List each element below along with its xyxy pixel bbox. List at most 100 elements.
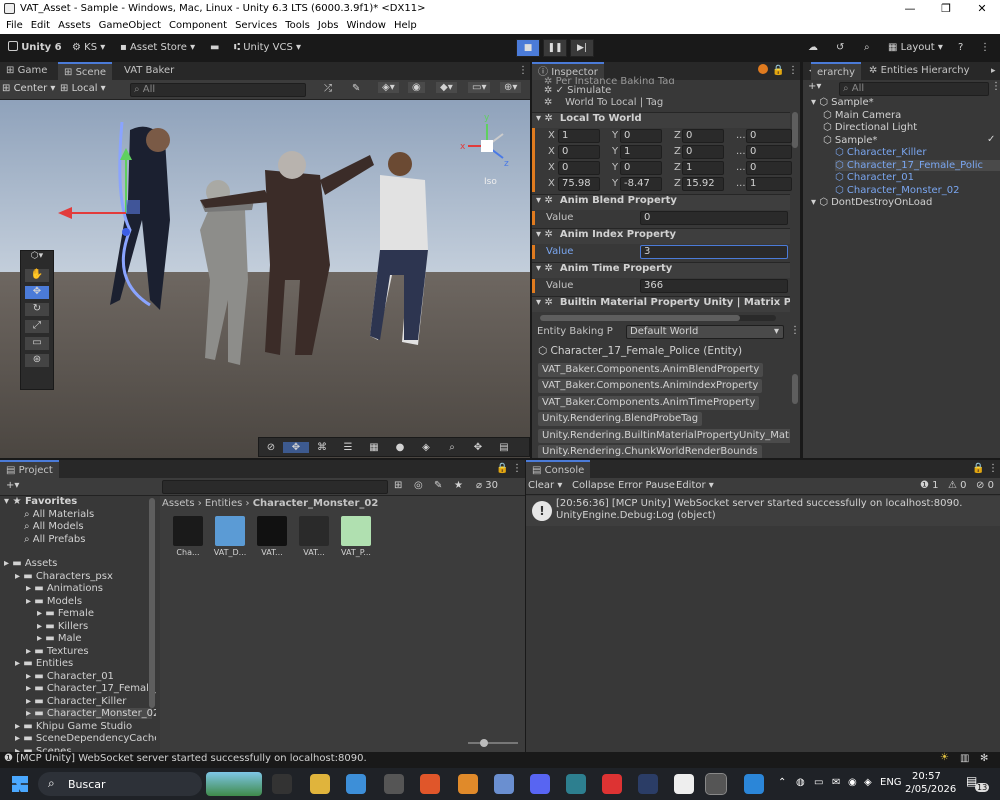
component-chip[interactable]: VAT_Baker.Components.AnimBlendProperty (538, 363, 764, 377)
hierarchy-item[interactable]: ⬡ Character_17_Female_Polic (835, 159, 1000, 171)
anim-blend-header[interactable]: ▾ ✲ Anim Blend Property (532, 194, 790, 210)
unity-account-button[interactable]: Unity 6 (8, 40, 62, 56)
scene-search-input[interactable]: ⌕ All (130, 83, 306, 97)
editor-dropdown[interactable]: Editor ▾ (676, 480, 714, 491)
anim-index-header[interactable]: ▾ ✲ Anim Index Property (532, 228, 790, 244)
tree-scroll-thumb[interactable] (149, 498, 155, 708)
breadcrumb-entities[interactable]: Entities (205, 498, 242, 509)
project-folder[interactable]: ▸ ▬ Assets (4, 558, 57, 569)
overlay-tool-5[interactable]: ▦ (361, 442, 387, 453)
tray-app-icon-2[interactable]: ▭ (814, 777, 823, 788)
hierarchy-search-input[interactable]: ⌕ All (839, 82, 989, 96)
layers-toggle[interactable]: ◈▾ (378, 82, 399, 93)
layout-dropdown[interactable]: ▦ Layout ▾ (888, 40, 943, 56)
asset-item[interactable]: VAT_P... (336, 516, 376, 557)
play-button[interactable]: ■ (516, 39, 540, 57)
horizontal-scroll-thumb[interactable] (540, 315, 740, 321)
clock-time[interactable]: 20:57 (912, 771, 941, 782)
rotate-tool[interactable]: ↻ (25, 303, 49, 316)
brave-browser-icon[interactable] (420, 774, 440, 794)
scene-viewport[interactable]: y x z Iso ⬡▾ ✋ ✥ ↻ ⤢ ▭ ⊛ ⊘ ✥ ⌘ ☰ ▦ ● ◈ ⌕… (0, 100, 530, 458)
matrix-value-field[interactable]: 15.92 (682, 177, 724, 191)
component-chip[interactable]: Unity.Rendering.BuiltinMaterialPropertyU… (538, 429, 790, 443)
windows-start-icon[interactable] (12, 776, 28, 792)
anim-index-value[interactable]: 3 (640, 245, 788, 259)
hierarchy-item[interactable]: ⬡ Directional Light (823, 122, 917, 133)
vcs-dropdown[interactable]: ⑆ Unity VCS ▾ (234, 40, 301, 56)
language-indicator[interactable]: ENG (880, 777, 902, 788)
search-by-label-icon[interactable]: ◎ (414, 480, 423, 491)
asset-item[interactable]: VAT... (252, 516, 292, 557)
matrix-value-field[interactable]: 75.98 (558, 177, 600, 191)
project-folder[interactable]: ▸ ▬ Character_17_Female_P (26, 683, 156, 694)
menu-assets[interactable]: Assets (58, 18, 91, 34)
menu-file[interactable]: File (6, 18, 23, 34)
project-folder[interactable]: ▸ ▬ Textures (26, 646, 89, 657)
favorite-all-materials[interactable]: ⌕ All Materials (24, 509, 94, 520)
project-folder[interactable]: ▸ ▬ Male (37, 633, 82, 644)
asset-item[interactable]: Cha... (168, 516, 208, 557)
hierarchy-item[interactable]: ⬡ Character_01 (835, 172, 914, 183)
hierarchy-item[interactable]: ⬡ Character_Monster_02 (835, 185, 960, 196)
light-icon[interactable]: ☀ (940, 752, 949, 763)
hidden-packages-toggle[interactable]: ⌀ 30 (476, 480, 498, 491)
tray-app-icon[interactable]: ◍ (796, 777, 805, 788)
tray-app-icon-3[interactable]: ✉ (832, 777, 840, 788)
tray-app-icon-5[interactable]: ◈ (864, 777, 872, 788)
hierarchy-item[interactable]: ⬡ Sample* (823, 135, 877, 146)
project-folder[interactable]: ▸ ▬ Animations (26, 583, 103, 594)
scale-tool[interactable]: ⤢ (25, 320, 49, 333)
baking-menu-icon[interactable]: ⋮ (790, 325, 800, 336)
menu-gameobject[interactable]: GameObject (99, 18, 161, 34)
tab-game[interactable]: ⊞ Game (0, 62, 53, 80)
favorite-icon[interactable]: ★ (454, 480, 463, 491)
project-folder[interactable]: ▸ ▬ Character_01 (26, 671, 114, 682)
project-folder[interactable]: ▸ ▬ Entities (15, 658, 73, 669)
favorites-header[interactable]: ▾ ★ Favorites (4, 496, 77, 507)
anim-blend-value[interactable]: 0 (640, 211, 788, 225)
lock-icon[interactable]: 🔒 (496, 463, 508, 474)
tab-vat-baker[interactable]: VAT Baker (118, 62, 180, 80)
overlay-tool-10[interactable]: ▤ (491, 442, 517, 453)
status-message[interactable]: ❶ [MCP Unity] WebSocket server started s… (4, 753, 367, 764)
matrix-value-field[interactable]: 1 (746, 177, 792, 191)
project-folder[interactable]: ▸ ▬ Character_Killer (26, 696, 126, 707)
project-folder[interactable]: ▸ ▬ SceneDependencyCache (15, 733, 156, 744)
overlay-tool-9[interactable]: ✥ (465, 442, 491, 453)
breadcrumb-assets[interactable]: Assets (162, 498, 195, 509)
project-search-input[interactable] (162, 480, 388, 494)
component-chip[interactable]: Unity.Rendering.BlendProbeTag (538, 412, 703, 426)
project-folder[interactable]: ▸ ▬ Killers (37, 621, 88, 632)
create-asset-dropdown[interactable]: +▾ (6, 480, 19, 491)
move-tool[interactable]: ✥ (25, 286, 49, 299)
taskbar-search[interactable]: ⌕ Buscar (38, 772, 202, 796)
account-dropdown[interactable]: ⚙ KS ▾ (72, 40, 105, 56)
more-icon[interactable]: ⋮ (980, 40, 990, 56)
matrix-value-field[interactable]: 0 (558, 145, 600, 159)
error-pause-button[interactable]: Error Pause (618, 480, 675, 491)
view-tool-dropdown[interactable]: ⬡▾ (21, 251, 53, 265)
menu-services[interactable]: Services (235, 18, 277, 34)
favorite-all-prefabs[interactable]: ⌕ All Prefabs (24, 534, 85, 545)
tray-chevron-icon[interactable]: ⌃ (778, 777, 786, 788)
local-to-world-header[interactable]: ▾ ✲ Local To World (532, 112, 790, 128)
tab-hierarchy[interactable]: erarchy (811, 62, 862, 80)
lock-icon[interactable]: 🔒 (972, 463, 984, 474)
progress-icon[interactable]: ▥ (960, 753, 969, 764)
zoom-slider-thumb[interactable] (480, 739, 488, 747)
package-manager-button[interactable]: ▬ (210, 40, 219, 56)
asset-store-dropdown[interactable]: ▪ Asset Store ▾ (120, 40, 195, 56)
notification-center[interactable]: ▤ 13 (966, 774, 990, 794)
matrix-value-field[interactable]: 0 (746, 129, 792, 143)
zoom-slider[interactable] (468, 739, 518, 747)
hierarchy-item[interactable]: ▾ ⬡ DontDestroyOnLoad (811, 197, 932, 208)
file-explorer-icon[interactable] (310, 774, 330, 794)
component-chip[interactable]: Unity.Rendering.ChunkWorldRenderBounds (538, 445, 762, 458)
cloud-icon[interactable]: ☁ (808, 40, 818, 56)
overlay-tool-4[interactable]: ☰ (335, 442, 361, 453)
widgets-icon[interactable] (206, 772, 262, 796)
tool-icon[interactable]: ✎ (352, 83, 360, 94)
debug-icon[interactable]: ✻ (980, 753, 988, 764)
checkmark-icon[interactable]: ✓ (987, 134, 995, 145)
component-chip[interactable]: VAT_Baker.Components.AnimIndexProperty (538, 379, 763, 393)
